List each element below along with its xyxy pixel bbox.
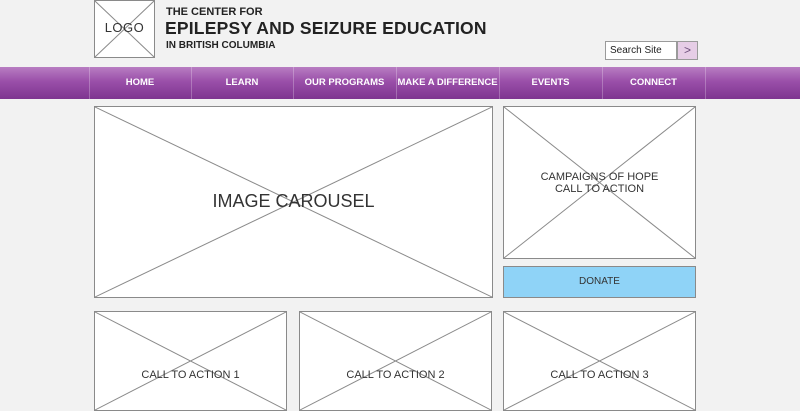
call-to-action-2[interactable]: CALL TO ACTION 2: [299, 311, 492, 411]
campaigns-of-hope-box[interactable]: CAMPAIGNS OF HOPE CALL TO ACTION: [503, 106, 696, 259]
placeholder-cross-icon: [95, 312, 286, 410]
campaign-label-line2: CALL TO ACTION: [554, 183, 645, 195]
nav-item-connect[interactable]: CONNECT: [602, 67, 705, 99]
campaign-label-line1: CAMPAIGNS OF HOPE: [540, 171, 659, 183]
site-title-line3: IN BRITISH COLUMBIA: [166, 40, 276, 51]
donate-button[interactable]: DONATE: [503, 266, 696, 298]
site-title-line1: THE CENTER FOR: [166, 6, 263, 18]
placeholder-cross-icon: [300, 312, 491, 410]
logo-label: LOGO: [104, 20, 145, 35]
carousel-label: IMAGE CAROUSEL: [212, 191, 375, 211]
nav-divider: [705, 67, 706, 99]
site-title-line2: EPILEPSY AND SEIZURE EDUCATION: [165, 18, 487, 38]
nav-item-home[interactable]: HOME: [89, 67, 191, 99]
nav-item-make-a-difference[interactable]: MAKE A DIFFERENCE: [396, 67, 499, 99]
nav-item-events[interactable]: EVENTS: [499, 67, 602, 99]
campaign-label: CAMPAIGNS OF HOPE CALL TO ACTION: [504, 171, 695, 195]
image-carousel[interactable]: IMAGE CAROUSEL: [94, 106, 493, 298]
cta-label: CALL TO ACTION 1: [141, 369, 240, 381]
nav-item-our-programs[interactable]: OUR PROGRAMS: [293, 67, 396, 99]
call-to-action-3[interactable]: CALL TO ACTION 3: [503, 311, 696, 411]
cta-label: CALL TO ACTION 3: [550, 369, 649, 381]
placeholder-cross-icon: [504, 312, 695, 410]
call-to-action-1[interactable]: CALL TO ACTION 1: [94, 311, 287, 411]
main-nav: HOME LEARN OUR PROGRAMS MAKE A DIFFERENC…: [0, 67, 800, 99]
cta-label: CALL TO ACTION 2: [346, 369, 445, 381]
search-input[interactable]: [605, 41, 677, 60]
nav-item-learn[interactable]: LEARN: [191, 67, 293, 99]
search-submit-button[interactable]: >: [677, 41, 698, 60]
logo-placeholder[interactable]: LOGO: [94, 0, 155, 58]
